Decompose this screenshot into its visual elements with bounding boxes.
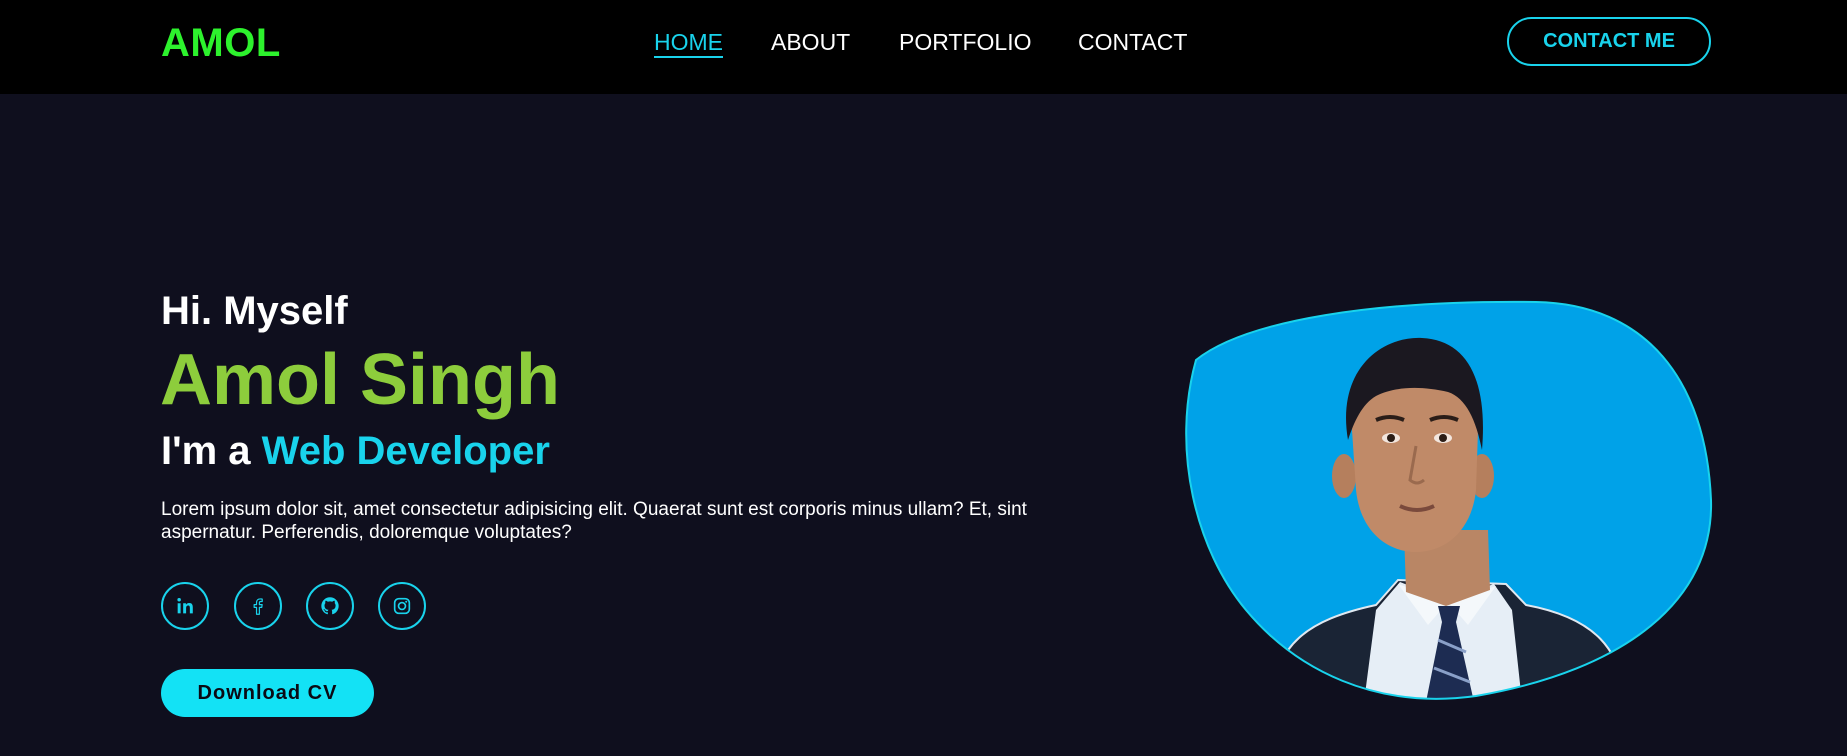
hero-name: Amol Singh bbox=[160, 340, 560, 420]
instagram-button[interactable] bbox=[378, 582, 426, 630]
instagram-icon bbox=[393, 597, 411, 615]
download-cv-button[interactable]: Download CV bbox=[161, 669, 374, 717]
github-icon bbox=[321, 597, 339, 615]
navbar: AMOL HOME ABOUT PORTFOLIO CONTACT CONTAC… bbox=[0, 0, 1847, 94]
hero-description: Lorem ipsum dolor sit, amet consectetur … bbox=[161, 499, 1027, 543]
contact-me-button[interactable]: CONTACT ME bbox=[1507, 17, 1711, 66]
nav-link-home[interactable]: HOME bbox=[654, 26, 723, 58]
facebook-icon bbox=[253, 598, 263, 615]
profile-portrait bbox=[1176, 300, 1714, 702]
facebook-button[interactable] bbox=[234, 582, 282, 630]
hero-role-prefix: I'm a bbox=[161, 429, 262, 473]
logo[interactable]: AMOL bbox=[161, 20, 281, 66]
profile-photo bbox=[1185, 300, 1713, 700]
hero-greeting: Hi. Myself bbox=[161, 289, 348, 333]
hero-role: I'm a Web Developer bbox=[161, 428, 550, 474]
linkedin-icon bbox=[177, 598, 193, 614]
nav-link-portfolio[interactable]: PORTFOLIO bbox=[899, 26, 1032, 58]
nav-link-contact[interactable]: CONTACT bbox=[1078, 26, 1187, 58]
github-button[interactable] bbox=[306, 582, 354, 630]
nav-link-about[interactable]: ABOUT bbox=[771, 26, 850, 58]
linkedin-button[interactable] bbox=[161, 582, 209, 630]
hero-role-title: Web Developer bbox=[261, 429, 550, 473]
